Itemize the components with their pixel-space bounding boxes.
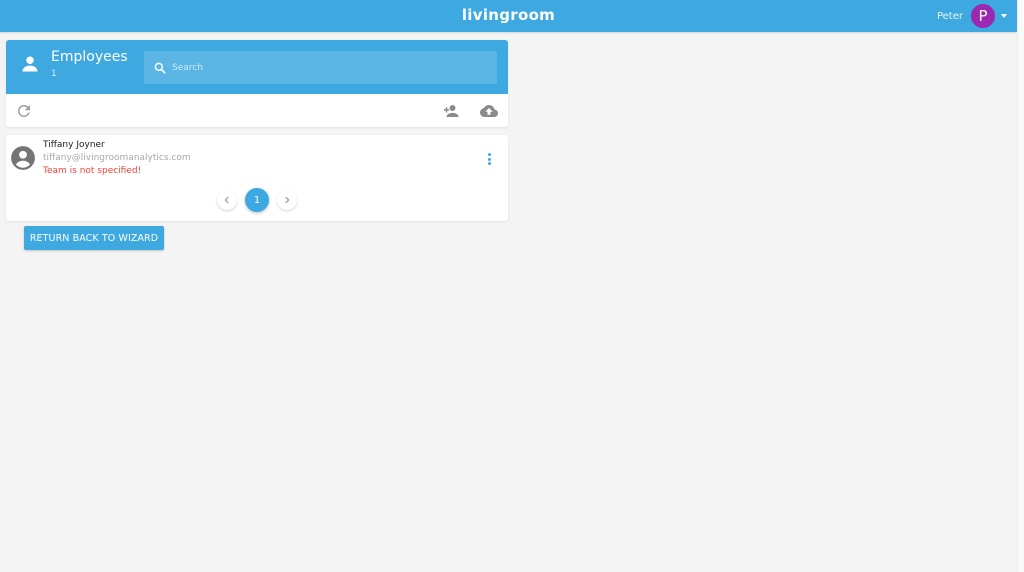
pagination: 1 xyxy=(6,188,508,212)
page-1-button[interactable]: 1 xyxy=(245,188,269,212)
brand-logo[interactable]: livingroom xyxy=(0,6,1017,24)
employee-email: tiffany@livingroomanalytics.com xyxy=(43,153,191,163)
account-circle-icon xyxy=(11,146,35,170)
person-icon xyxy=(22,56,38,72)
dot xyxy=(487,157,491,161)
employees-toolbar xyxy=(6,94,508,127)
avatar[interactable]: P xyxy=(971,4,995,28)
employees-header: Employees 1 xyxy=(6,40,508,94)
dot xyxy=(487,162,491,165)
search-box[interactable] xyxy=(144,51,497,84)
employee-name: Tiffany Joyner xyxy=(43,140,105,150)
app-root: livingroom Peter P Employees 1 Search Ti… xyxy=(0,0,1017,572)
list-item[interactable]: Tiffany Joyner tiffany@livingroomanalyti… xyxy=(6,135,508,183)
top-bar: livingroom Peter P xyxy=(0,0,1017,32)
employee-list: Tiffany Joyner tiffany@livingroomanalyti… xyxy=(6,135,508,221)
chevron-right-icon xyxy=(285,196,290,204)
more-vert-icon[interactable] xyxy=(484,152,494,166)
return-to-wizard-button[interactable]: RETURN BACK TO WIZARD xyxy=(24,226,164,250)
employee-count: 1 xyxy=(51,69,57,79)
window-edge xyxy=(1017,0,1024,572)
user-name[interactable]: Peter xyxy=(937,11,963,22)
team-warning: Team is not specified! xyxy=(43,166,142,176)
user-menu[interactable]: Peter P xyxy=(937,4,1007,28)
cloud-upload-icon[interactable] xyxy=(480,102,498,120)
caret-down-icon[interactable] xyxy=(1001,14,1007,18)
refresh-icon[interactable] xyxy=(15,102,33,120)
dot xyxy=(487,153,491,156)
search-input[interactable] xyxy=(172,62,472,73)
prev-page-button[interactable] xyxy=(217,190,237,210)
employees-panel: Employees 1 xyxy=(6,40,508,127)
chevron-left-icon xyxy=(224,196,229,204)
add-user-icon[interactable] xyxy=(442,102,460,120)
next-page-button[interactable] xyxy=(277,190,297,210)
page-title: Employees xyxy=(51,49,128,65)
search-icon xyxy=(154,62,166,73)
